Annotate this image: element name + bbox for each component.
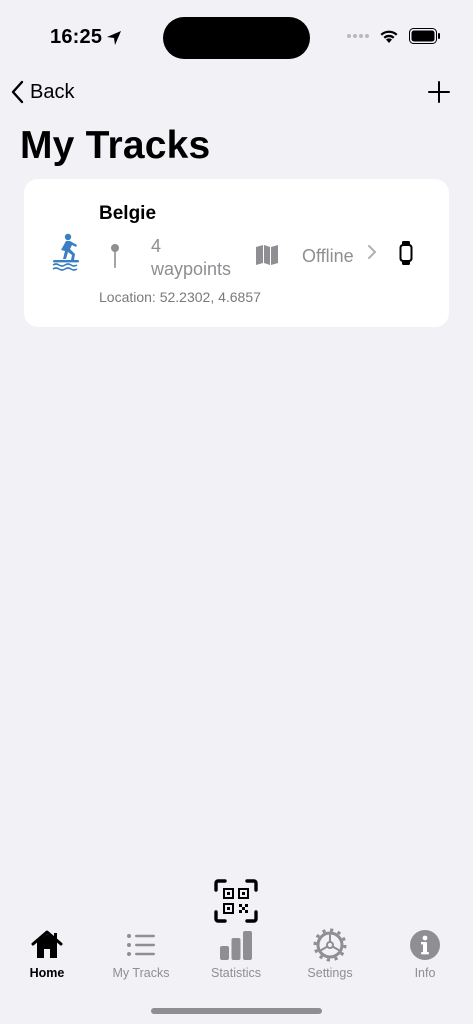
- tab-info-label: Info: [414, 966, 436, 980]
- tab-statistics[interactable]: Statistics: [189, 928, 283, 988]
- hydrofoil-surfer-icon: [52, 233, 79, 271]
- battery-icon: [409, 28, 440, 44]
- tab-my-tracks-label: My Tracks: [112, 966, 170, 980]
- gear-icon: [313, 928, 347, 962]
- track-location: Location: 52.2302, 4.6857: [99, 289, 261, 305]
- location-arrow-icon: [107, 30, 122, 45]
- tab-settings-label: Settings: [307, 966, 353, 980]
- pin-icon: [111, 244, 119, 268]
- dynamic-island: [163, 17, 310, 59]
- track-card[interactable]: Belgie 4 waypoints Offline Location: 52.…: [24, 179, 449, 327]
- plus-icon[interactable]: [427, 80, 451, 104]
- house-icon: [31, 930, 63, 958]
- waypoint-number: 4: [151, 236, 162, 256]
- tab-my-tracks[interactable]: My Tracks: [94, 928, 188, 988]
- tab-settings[interactable]: Settings: [283, 928, 377, 988]
- tab-home-label: Home: [29, 966, 65, 980]
- status-time-text: 16:25: [50, 26, 103, 48]
- status-time: 16:25: [50, 26, 122, 49]
- map-status-label: Offline: [302, 246, 354, 266]
- cellular-signal-icon: [347, 34, 369, 38]
- page-title: My Tracks: [20, 124, 211, 167]
- tab-info[interactable]: Info: [378, 928, 472, 988]
- info-icon: [410, 930, 440, 960]
- tab-home[interactable]: Home: [0, 928, 94, 988]
- tab-statistics-label: Statistics: [210, 966, 261, 980]
- back-button-label: Back: [30, 80, 75, 103]
- waypoint-label: waypoints: [151, 259, 232, 279]
- map-icon: [256, 245, 278, 265]
- list-icon: [127, 934, 155, 956]
- back-button[interactable]: Back: [10, 80, 74, 104]
- waypoint-count: 4 waypoints: [151, 235, 231, 281]
- chevron-left-icon: [11, 80, 24, 104]
- tab-bar: Home My Tracks Statistics Settings Info: [0, 928, 473, 988]
- wifi-icon: [380, 30, 398, 43]
- status-bar: 16:25: [0, 0, 473, 70]
- watch-icon[interactable]: [399, 241, 413, 265]
- home-indicator[interactable]: [151, 1008, 322, 1014]
- chevron-right-icon: [368, 245, 376, 259]
- status-indicators: [347, 28, 441, 44]
- track-name: Belgie: [99, 203, 157, 224]
- navigation-bar: Back: [0, 72, 473, 116]
- qr-scan-icon[interactable]: [213, 878, 259, 924]
- bar-chart-icon: [220, 931, 252, 960]
